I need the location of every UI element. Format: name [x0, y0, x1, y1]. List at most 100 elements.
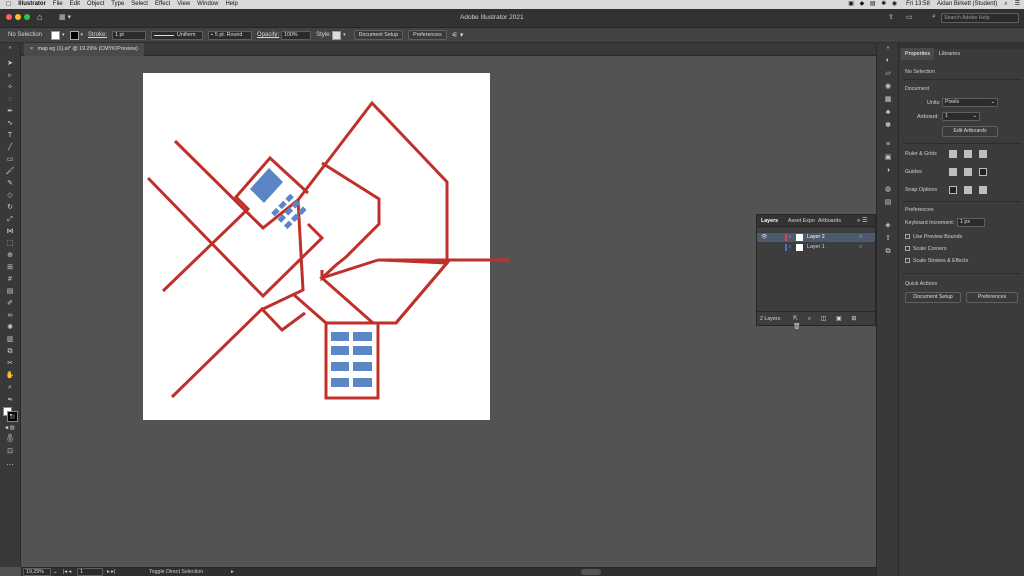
snap-to-pixel-icon[interactable] — [964, 186, 972, 194]
brushes-icon[interactable]: ▱ — [883, 69, 893, 78]
keyboard-increment-value: 1 px — [960, 219, 971, 225]
red-path-bottom-left — [170, 306, 306, 399]
show-guides-icon[interactable] — [949, 168, 957, 176]
layer-name[interactable]: Layer 2 — [807, 233, 825, 242]
expand-arrow-icon[interactable]: › — [789, 243, 791, 252]
keyboard-increment-field[interactable]: 1 px — [957, 218, 985, 227]
layer-color-bar — [785, 234, 787, 241]
keyboard-increment-label: Keyboard Increment: — [905, 220, 955, 226]
ruler-grids-label: Ruler & Grids — [905, 151, 937, 157]
divider — [903, 273, 1021, 274]
snap-to-point-icon[interactable] — [949, 186, 957, 194]
scale-corners-label: Scale Corners — [913, 246, 947, 252]
grid-icon[interactable] — [964, 150, 972, 158]
gradient-panel-icon[interactable]: ▣ — [883, 153, 893, 162]
checkbox-box[interactable] — [905, 246, 910, 252]
chevron-down-icon[interactable]: ⌄ — [53, 569, 57, 575]
layer-thumbnail — [796, 244, 803, 251]
transparency-grid-icon[interactable] — [979, 150, 987, 158]
rulers-icon[interactable] — [949, 150, 957, 158]
chevron-down-icon: ⌄ — [972, 113, 977, 119]
tab-layers[interactable]: Layers — [761, 218, 778, 224]
snap-options-label: Snap Options — [905, 187, 938, 193]
artboard-nav-prev-icon[interactable]: |◂ ◂ — [63, 569, 71, 575]
layer-row[interactable]: 👁 › Layer 2 ○ — [757, 233, 875, 242]
appearance-icon[interactable]: ◍ — [883, 185, 893, 194]
libraries-icon[interactable]: ✽ — [883, 121, 893, 130]
symbols-icon[interactable]: ♣ — [883, 108, 893, 117]
units-label: Units: — [927, 100, 941, 106]
chevron-down-icon: ⌄ — [990, 99, 995, 105]
transparency-icon[interactable]: ◑ — [883, 166, 893, 175]
status-bar: 19.29% ⌄ |◂ ◂ 1 ▸ ▸| Toggle Direct Selec… — [21, 567, 876, 576]
divider — [903, 79, 1021, 80]
preferences-heading: Preferences — [905, 207, 934, 213]
target-circle-icon[interactable]: ○ — [859, 233, 862, 242]
layers-footer: 2 Layers ⇱ ⌕ ◫ ▣ ⊞ 🗑 — [757, 311, 875, 330]
layers-panel-header: Layers Asset Expo Artboards » ☰ — [757, 215, 875, 227]
no-selection-label: No Selection — [905, 69, 936, 75]
zoom-value: 19.29% — [26, 569, 44, 575]
red-path-to-block — [379, 258, 451, 324]
horizontal-scrollbar[interactable] — [581, 569, 601, 575]
document-heading: Document — [905, 86, 930, 92]
divider — [903, 143, 1021, 144]
layer-row[interactable]: › Layer 1 ○ — [757, 243, 875, 252]
layers-panel-icon[interactable]: ◈ — [883, 221, 893, 230]
preferences-button[interactable]: Preferences — [966, 292, 1018, 303]
blue-grid-diamond — [271, 193, 307, 230]
blue-grid-lower — [331, 332, 372, 387]
scale-corners-checkbox[interactable]: Scale Corners — [905, 246, 947, 252]
checkbox-box[interactable] — [905, 234, 910, 240]
stroke-panel-icon[interactable]: ≡ — [883, 140, 893, 149]
expand-arrow-icon[interactable]: › — [789, 233, 791, 242]
visibility-eye-icon[interactable]: 👁 — [761, 233, 768, 242]
snap-to-glyph-icon[interactable] — [979, 186, 987, 194]
document-setup-button[interactable]: Document Setup — [905, 292, 961, 303]
units-value: Pixels — [945, 99, 960, 105]
panel-menu-icon[interactable]: » ☰ — [857, 217, 867, 224]
layer-count: 2 Layers — [760, 316, 781, 322]
red-path-inner — [320, 161, 381, 282]
asset-export-icon[interactable]: ⇪ — [883, 234, 893, 243]
tab-asset-export[interactable]: Asset Expo — [788, 218, 815, 224]
panel-collapse-icon[interactable]: » — [883, 44, 893, 53]
tab-properties[interactable]: Properties — [901, 48, 935, 60]
status-arrow-icon[interactable]: ▸ — [231, 569, 234, 575]
artboards-panel-icon[interactable]: ⧉ — [883, 247, 893, 256]
tab-artboards[interactable]: Artboards — [818, 218, 841, 224]
divider — [903, 201, 1021, 202]
layer-footer-icons[interactable]: ⇱ ⌕ ◫ ▣ ⊞ 🗑 — [793, 315, 875, 330]
artboard-nav-next-icon[interactable]: ▸ ▸| — [107, 569, 115, 575]
color-guide-icon[interactable]: ▦ — [883, 95, 893, 104]
layers-panel: Layers Asset Expo Artboards » ☰ 👁 › Laye… — [756, 214, 876, 330]
map-red-paths — [146, 100, 510, 400]
use-preview-bounds-checkbox[interactable]: Use Preview Bounds — [905, 234, 962, 240]
smart-guides-icon[interactable] — [979, 168, 987, 176]
quick-actions-heading: Quick Actions — [905, 281, 938, 287]
units-select[interactable]: Pixels ⌄ — [942, 98, 998, 107]
lock-guides-icon[interactable] — [964, 168, 972, 176]
current-tool-label: Toggle Direct Selection — [149, 569, 204, 575]
layer-thumbnail — [796, 234, 803, 241]
target-circle-icon[interactable]: ○ — [859, 243, 862, 252]
properties-panel: Properties Libraries No Selection Docume… — [898, 43, 1024, 576]
artboard-nav-field[interactable]: 1 — [77, 568, 103, 576]
scale-strokes-checkbox[interactable]: Scale Strokes & Effects — [905, 258, 968, 264]
checkbox-box[interactable] — [905, 258, 910, 264]
color-icon[interactable]: ◉ — [883, 82, 893, 91]
graphic-styles-icon[interactable]: ▤ — [883, 198, 893, 207]
blue-blocks — [250, 168, 372, 387]
zoom-field[interactable]: 19.29% — [23, 568, 51, 576]
artboard-label: Artboard: — [917, 114, 939, 120]
tab-libraries[interactable]: Libraries — [935, 48, 964, 60]
edit-artboards-button[interactable]: Edit Artboards — [942, 126, 998, 137]
artboard-select[interactable]: 1 ⌄ — [942, 112, 980, 121]
artboard-nav-value: 1 — [80, 569, 83, 575]
scale-strokes-label: Scale Strokes & Effects — [913, 258, 969, 264]
swatches-icon[interactable]: ◐ — [883, 56, 893, 65]
layer-name[interactable]: Layer 1 — [807, 243, 825, 252]
use-preview-bounds-label: Use Preview Bounds — [913, 234, 963, 240]
layer-color-bar — [785, 244, 787, 251]
panel-icon-strip: » ◐ ▱ ◉ ▦ ♣ ✽ ≡ ▣ ◑ ◍ ▤ ◈ ⇪ ⧉ — [876, 43, 898, 576]
